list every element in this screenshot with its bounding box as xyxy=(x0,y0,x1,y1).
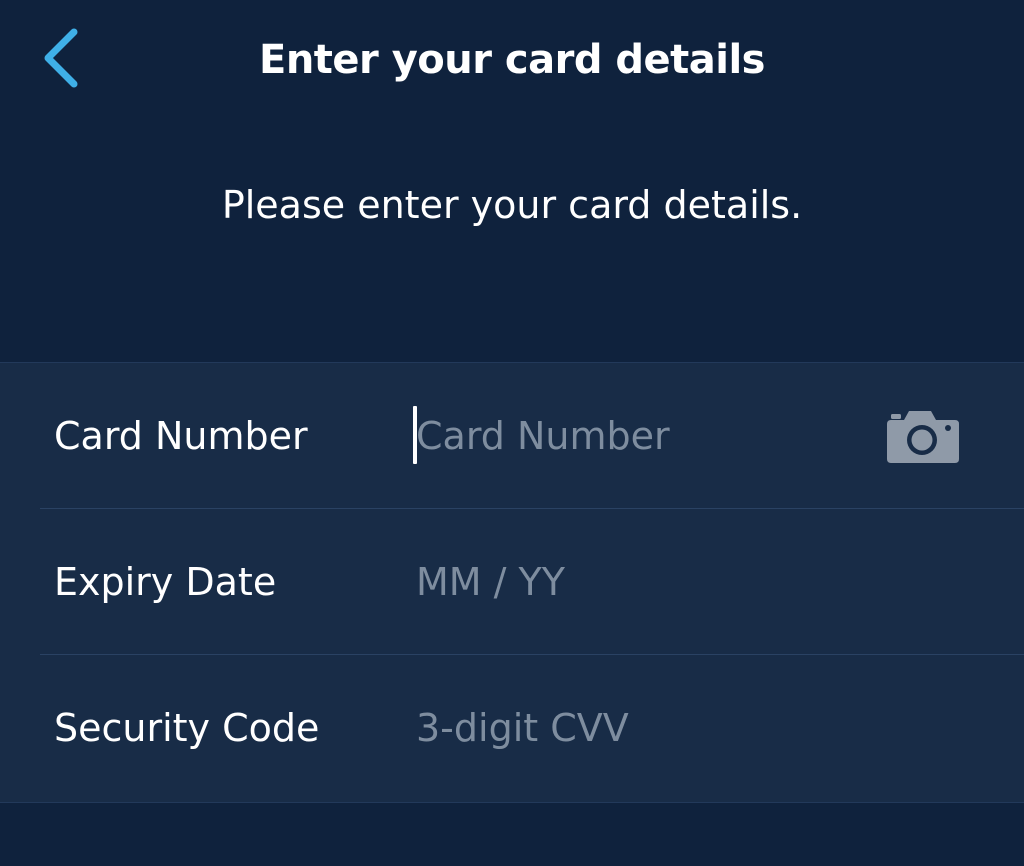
security-code-input[interactable] xyxy=(414,693,856,763)
navigation-bar: Enter your card details xyxy=(0,0,1024,120)
card-number-label: Card Number xyxy=(54,414,308,458)
expiry-date-row: Expiry Date xyxy=(0,509,1024,655)
expiry-date-input[interactable] xyxy=(414,547,856,617)
instructions-text: Please enter your card details. xyxy=(221,183,803,227)
card-number-row: Card Number xyxy=(0,363,1024,509)
security-code-row: Security Code xyxy=(0,655,1024,801)
camera-icon xyxy=(887,411,959,463)
scan-card-button[interactable] xyxy=(885,407,961,465)
page-title: Enter your card details xyxy=(259,37,765,83)
security-code-label: Security Code xyxy=(54,706,320,750)
card-details-form: Card Number Expiry Date Security Code xyxy=(0,362,1024,803)
text-cursor xyxy=(413,406,417,464)
expiry-date-label: Expiry Date xyxy=(54,560,277,604)
card-number-input[interactable] xyxy=(414,401,856,471)
